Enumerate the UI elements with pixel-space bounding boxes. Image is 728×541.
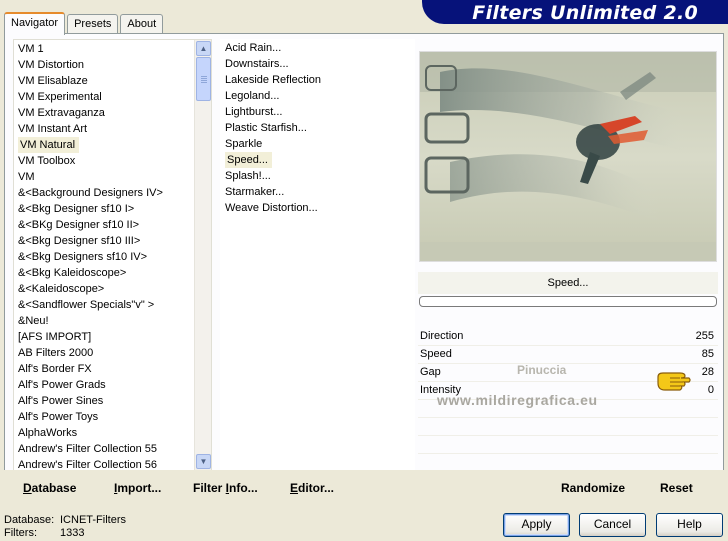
category-item[interactable]: VM Extravaganza xyxy=(16,105,163,121)
param-value: 0 xyxy=(707,384,714,396)
preview-image xyxy=(419,51,717,262)
apply-button[interactable]: Apply xyxy=(503,513,570,537)
category-item[interactable]: AlphaWorks xyxy=(16,425,163,441)
filter-item[interactable]: Downstairs... xyxy=(223,56,321,72)
category-item[interactable]: &<Bkg Designers sf10 IV> xyxy=(16,249,163,265)
filter-item[interactable]: Weave Distortion... xyxy=(223,200,321,216)
filter-item[interactable]: Splash!... xyxy=(223,168,321,184)
category-item[interactable]: Andrew's Filter Collection 56 xyxy=(16,457,163,470)
category-item[interactable]: &<Background Designers IV> xyxy=(16,185,163,201)
tab-navigator[interactable]: Navigator xyxy=(4,12,66,35)
category-item[interactable]: VM Instant Art xyxy=(16,121,163,137)
category-item[interactable]: AB Filters 2000 xyxy=(16,345,163,361)
filter-item[interactable]: Lakeside Reflection xyxy=(223,72,321,88)
category-item[interactable]: Alf's Power Sines xyxy=(16,393,163,409)
randomize-button[interactable]: Randomize xyxy=(561,481,625,495)
filter-item[interactable]: Plastic Starfish... xyxy=(223,120,321,136)
editor-button[interactable]: Editor... xyxy=(290,481,334,495)
tab-about[interactable]: About xyxy=(120,14,164,35)
param-value: 28 xyxy=(701,366,714,378)
filters-label: Filters: xyxy=(4,527,37,539)
param-value: 255 xyxy=(695,330,714,342)
category-item[interactable]: VM Elisablaze xyxy=(16,73,163,89)
watermark-name: Pinuccia xyxy=(517,363,567,377)
category-item[interactable]: VM 1 xyxy=(16,41,163,57)
category-items: VM 1 VM Distortion VM Elisablaze VM Experim… xyxy=(16,41,163,470)
import-button[interactable]: Import... xyxy=(114,481,161,495)
reset-button[interactable]: Reset xyxy=(660,481,693,495)
filter-item[interactable]: Legoland... xyxy=(223,88,321,104)
param-empty xyxy=(418,418,718,436)
category-item[interactable]: &<BKg Designer sf10 II> xyxy=(16,217,163,233)
filter-item[interactable]: Acid Rain... xyxy=(223,40,321,56)
category-item[interactable]: Alf's Border FX xyxy=(16,361,163,377)
param-value: 85 xyxy=(701,348,714,360)
category-item[interactable]: [AFS IMPORT] xyxy=(16,329,163,345)
param-name: Speed xyxy=(420,348,452,360)
filter-info-button[interactable]: Filter Info... xyxy=(193,481,258,495)
category-item[interactable]: VM Experimental xyxy=(16,89,163,105)
banner-title: Filters Unlimited 2.0 xyxy=(472,2,698,24)
tab-strip: Navigator Presets About xyxy=(4,12,165,35)
database-value: ICNET-Filters xyxy=(60,514,126,526)
category-scrollbar[interactable]: ▲ ▼ xyxy=(194,40,211,470)
category-item[interactable]: VM Natural xyxy=(16,137,163,153)
category-item[interactable]: VM Toolbox xyxy=(16,153,163,169)
scroll-up-icon[interactable]: ▲ xyxy=(196,41,211,56)
preview-artwork xyxy=(420,52,716,261)
param-empty xyxy=(418,436,718,454)
database-button[interactable]: Database xyxy=(23,481,76,495)
filter-item[interactable]: Starmaker... xyxy=(223,184,321,200)
scroll-down-icon[interactable]: ▼ xyxy=(196,454,211,469)
param-name: Direction xyxy=(420,330,464,342)
category-item[interactable]: &<Bkg Designer sf10 I> xyxy=(16,201,163,217)
cancel-button[interactable]: Cancel xyxy=(579,513,646,537)
tab-presets[interactable]: Presets xyxy=(67,14,119,35)
category-item[interactable]: Alf's Power Grads xyxy=(16,377,163,393)
category-item[interactable]: Alf's Power Toys xyxy=(16,409,163,425)
category-item[interactable]: VM xyxy=(16,169,163,185)
param-speed[interactable]: Speed 85 xyxy=(418,346,718,364)
category-item[interactable]: &<Kaleidoscope> xyxy=(16,281,163,297)
category-item[interactable]: VM Distortion xyxy=(16,57,163,73)
category-item[interactable]: &<Sandflower Specials"v" > xyxy=(16,297,163,313)
filter-item[interactable]: Lightburst... xyxy=(223,104,321,120)
filters-count: 1333 xyxy=(60,527,85,539)
scroll-thumb[interactable] xyxy=(196,57,211,101)
category-item[interactable]: &<Bkg Designer sf10 III> xyxy=(16,233,163,249)
title-banner: Filters Unlimited 2.0 xyxy=(422,0,728,24)
category-item[interactable]: &<Bkg Kaleidoscope> xyxy=(16,265,163,281)
action-strip: Database Import... Filter Info... Editor… xyxy=(4,470,724,502)
help-button[interactable]: Help xyxy=(656,513,723,537)
filter-item[interactable]: Speed... xyxy=(223,152,321,168)
database-label: Database: xyxy=(4,514,55,526)
category-item[interactable]: &Neu! xyxy=(16,313,163,329)
category-list[interactable]: VM 1 VM Distortion VM Elisablaze VM Experim… xyxy=(13,39,212,471)
filter-item[interactable]: Sparkle xyxy=(223,136,321,152)
param-direction[interactable]: Direction 255 xyxy=(418,328,718,346)
watermark-url: www.mildiregrafica.eu xyxy=(437,392,598,408)
pointing-hand-icon xyxy=(656,368,692,395)
filter-title-label: Speed... xyxy=(418,272,718,294)
param-name: Gap xyxy=(420,366,441,378)
category-item[interactable]: Andrew's Filter Collection 55 xyxy=(16,441,163,457)
filter-items: Acid Rain... Downstairs... Lakeside Reflec… xyxy=(223,40,321,216)
filter-list[interactable]: Acid Rain... Downstairs... Lakeside Reflec… xyxy=(220,39,415,471)
database-info: Database: ICNET-Filters Filters: 1333 xyxy=(4,514,126,540)
navigator-panel: VM 1 VM Distortion VM Elisablaze VM Experim… xyxy=(4,33,724,502)
progress-bar xyxy=(419,296,717,307)
